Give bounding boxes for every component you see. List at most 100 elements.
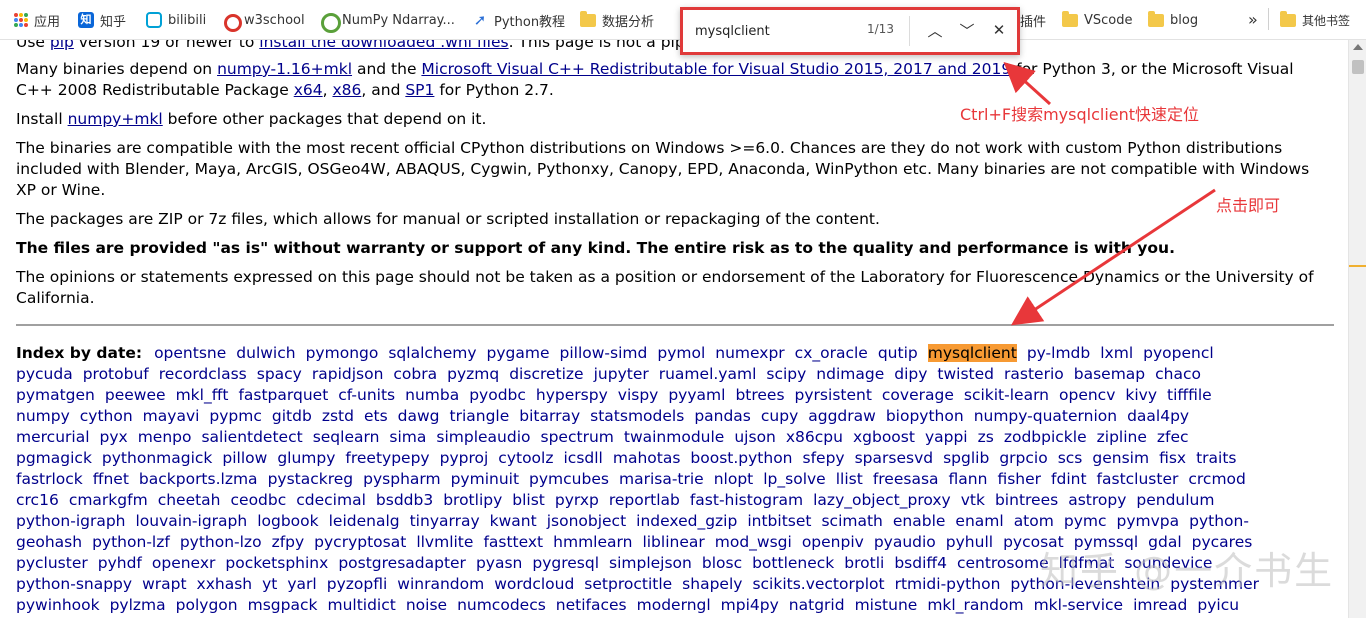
package-link[interactable]: biopython xyxy=(886,407,964,425)
package-link[interactable]: python- xyxy=(1189,512,1249,530)
package-link[interactable]: basemap xyxy=(1074,365,1145,383)
package-link[interactable]: cytoolz xyxy=(498,449,553,467)
package-link[interactable]: winrandom xyxy=(397,575,484,593)
package-link[interactable]: daal4py xyxy=(1127,407,1189,425)
package-link[interactable]: pycryptosat xyxy=(314,533,406,551)
package-link[interactable]: boost.python xyxy=(690,449,792,467)
package-link[interactable]: noise xyxy=(406,596,447,614)
package-link[interactable]: ruamel.yaml xyxy=(659,365,757,383)
package-link[interactable]: msgpack xyxy=(248,596,318,614)
package-link[interactable]: cf-units xyxy=(338,386,395,404)
package-link[interactable]: twainmodule xyxy=(624,428,724,446)
package-link[interactable]: peewee xyxy=(105,386,166,404)
package-link[interactable]: fastcluster xyxy=(1097,470,1179,488)
package-link[interactable]: menpo xyxy=(138,428,192,446)
package-link[interactable]: pygresql xyxy=(532,554,599,572)
package-link[interactable]: pyminuit xyxy=(451,470,519,488)
package-link[interactable]: cdecimal xyxy=(296,491,366,509)
package-link[interactable]: fastrlock xyxy=(16,470,83,488)
package-link[interactable]: cmarkgfm xyxy=(69,491,148,509)
package-link[interactable]: simplejson xyxy=(609,554,692,572)
package-link[interactable]: fdint xyxy=(1051,470,1087,488)
package-link[interactable]: wrapt xyxy=(142,575,186,593)
package-link[interactable]: crc16 xyxy=(16,491,59,509)
numpy-mkl-link-2[interactable]: numpy+mkl xyxy=(68,110,163,128)
package-link[interactable]: astropy xyxy=(1068,491,1126,509)
package-link[interactable]: atom xyxy=(1014,512,1054,530)
package-link[interactable]: dipy xyxy=(894,365,927,383)
package-link[interactable]: zfpy xyxy=(272,533,305,551)
bookmark-bilibili[interactable]: bilibili xyxy=(146,8,206,32)
package-link[interactable]: pymatgen xyxy=(16,386,95,404)
package-link[interactable]: pymol xyxy=(657,344,705,362)
package-link[interactable]: pythonmagick xyxy=(102,449,212,467)
package-link[interactable]: dawg xyxy=(398,407,440,425)
find-close-button[interactable]: ✕ xyxy=(987,18,1011,42)
vertical-scrollbar[interactable] xyxy=(1348,40,1366,618)
package-link[interactable]: shapely xyxy=(682,575,742,593)
package-link[interactable]: sfepy xyxy=(803,449,845,467)
package-link[interactable]: pywinhook xyxy=(16,596,100,614)
package-link[interactable]: lp_solve xyxy=(763,470,825,488)
package-link[interactable]: mkl_random xyxy=(927,596,1023,614)
package-link[interactable]: yt xyxy=(262,575,277,593)
find-input[interactable] xyxy=(695,19,855,43)
package-link[interactable]: triangle xyxy=(450,407,510,425)
package-link[interactable]: pendulum xyxy=(1136,491,1214,509)
bookmark-w3school[interactable]: w3school xyxy=(222,8,305,32)
package-link[interactable]: freesasa xyxy=(873,470,939,488)
bookmark-apps[interactable]: 应用 xyxy=(14,8,60,32)
bookmark-blog[interactable]: blog xyxy=(1148,8,1198,32)
package-link[interactable]: chaco xyxy=(1155,365,1201,383)
package-link[interactable]: pyhull xyxy=(946,533,993,551)
package-link[interactable]: pyaudio xyxy=(874,533,936,551)
package-link[interactable]: setproctitle xyxy=(584,575,672,593)
bookmark-plugins[interactable]: 插件 xyxy=(1020,8,1046,32)
package-link[interactable]: statsmodels xyxy=(590,407,684,425)
package-link[interactable]: pymvpa xyxy=(1117,512,1180,530)
package-link[interactable]: brotli xyxy=(844,554,884,572)
package-link[interactable]: jsonobject xyxy=(547,512,626,530)
bookmark-python-tutorial[interactable]: ➚ Python教程 xyxy=(472,8,565,32)
package-link[interactable]: netifaces xyxy=(556,596,627,614)
x64-link[interactable]: x64 xyxy=(294,81,323,99)
package-link[interactable]: leidenalg xyxy=(329,512,400,530)
package-link[interactable]: jupyter xyxy=(594,365,649,383)
package-link[interactable]: zipline xyxy=(1097,428,1147,446)
package-link[interactable]: lxml xyxy=(1100,344,1133,362)
package-link[interactable]: traits xyxy=(1196,449,1236,467)
package-link[interactable]: hyperspy xyxy=(536,386,608,404)
package-link[interactable]: rasterio xyxy=(1004,365,1064,383)
package-link[interactable]: yappi xyxy=(925,428,968,446)
package-link[interactable]: numpy xyxy=(16,407,70,425)
sp1-link[interactable]: SP1 xyxy=(405,81,434,99)
package-link[interactable]: pystackreg xyxy=(268,470,354,488)
bookmark-other[interactable]: 其他书签 xyxy=(1280,8,1350,32)
package-link[interactable]: scikits.vectorplot xyxy=(752,575,884,593)
package-link[interactable]: cobra xyxy=(393,365,437,383)
package-link[interactable]: coverage xyxy=(882,386,954,404)
package-link[interactable]: numexpr xyxy=(715,344,784,362)
package-link[interactable]: openexr xyxy=(152,554,216,572)
package-link[interactable]: grpcio xyxy=(999,449,1047,467)
package-link[interactable]: ceodbc xyxy=(231,491,287,509)
package-link[interactable]: bintrees xyxy=(995,491,1058,509)
package-link[interactable]: fast-histogram xyxy=(690,491,803,509)
package-link[interactable]: bitarray xyxy=(519,407,580,425)
package-link[interactable]: pycuda xyxy=(16,365,73,383)
package-link[interactable]: pyspharm xyxy=(363,470,440,488)
package-link[interactable]: kwant xyxy=(490,512,537,530)
package-link[interactable]: pyyaml xyxy=(668,386,725,404)
package-link[interactable]: tifffile xyxy=(1167,386,1212,404)
package-link[interactable]: salientdetect xyxy=(201,428,302,446)
package-link[interactable]: zfec xyxy=(1157,428,1189,446)
package-link[interactable]: sqlalchemy xyxy=(388,344,476,362)
package-link[interactable]: indexed_gzip xyxy=(636,512,737,530)
package-link[interactable]: pymc xyxy=(1064,512,1107,530)
package-link[interactable]: mkl-service xyxy=(1034,596,1124,614)
package-link[interactable]: blist xyxy=(512,491,545,509)
package-link[interactable]: mahotas xyxy=(613,449,681,467)
package-link[interactable]: recordclass xyxy=(159,365,247,383)
package-link[interactable]: cx_oracle xyxy=(795,344,868,362)
package-link[interactable]: pyproj xyxy=(440,449,489,467)
